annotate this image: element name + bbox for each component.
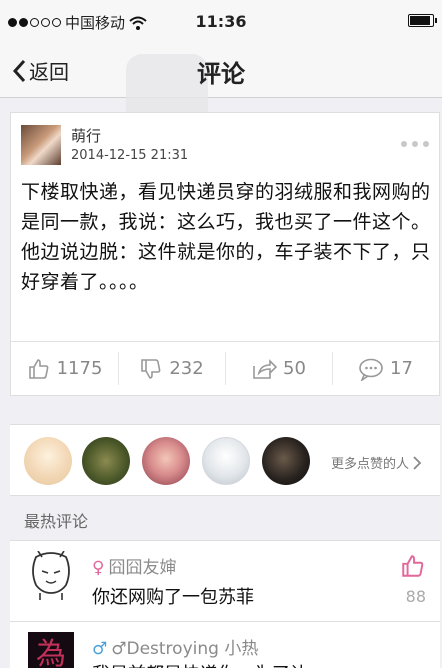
thumbs-up-icon <box>28 358 48 379</box>
commenter-name[interactable]: ♀ 囧囧友婶 <box>92 553 176 578</box>
liker-avatar[interactable] <box>142 437 190 485</box>
comment-text: 你还网购了一包苏菲 <box>92 587 254 608</box>
thumbs-up-icon[interactable] <box>400 553 426 579</box>
liker-avatar[interactable] <box>24 437 72 485</box>
liker-avatar[interactable] <box>202 437 250 485</box>
dislike-count: 232 <box>169 358 204 379</box>
chevron-right-icon <box>413 455 422 470</box>
comment-item: 為 ♂♂Destroying 小热 我是前都是快递你，为了让 <box>10 622 440 668</box>
hot-comments-title: 最热评论 <box>24 512 89 531</box>
battery-icon <box>408 14 437 27</box>
post-content: 下楼取快递，看见快递员穿的羽绒服和我网购的是同一款，我说：这么巧，我也买了一件这… <box>21 181 431 293</box>
dislike-button[interactable]: 232 <box>118 342 225 395</box>
status-time: 11:36 <box>195 12 247 31</box>
share-icon <box>253 358 278 379</box>
more-likers-link[interactable]: 更多点赞的人 <box>331 453 422 472</box>
liker-avatar[interactable] <box>262 437 310 485</box>
more-dots-icon[interactable] <box>401 141 429 147</box>
comment-like-count: 88 <box>405 587 426 606</box>
comment-item: ♀ 囧囧友婶 你还网购了一包苏菲 88 <box>10 540 440 622</box>
commenter-name[interactable]: ♂ ♂Destroying 小热 <box>92 634 258 659</box>
nav-bar: 返回 评论 <box>0 44 442 138</box>
comment-count: 17 <box>390 358 413 379</box>
post-actions: 1175 232 50 17 <box>11 341 439 395</box>
male-icon: ♂ <box>92 639 108 659</box>
commenter-name-text: 囧囧友婶 <box>108 558 177 578</box>
page-title: 评论 <box>197 60 245 88</box>
likers-row: 更多点赞的人 <box>10 424 440 496</box>
comment-button[interactable]: 17 <box>332 342 439 395</box>
share-count: 50 <box>283 358 306 379</box>
commenter-name-text: ♂Destroying 小热 <box>111 639 259 659</box>
commenter-avatar[interactable] <box>28 551 74 601</box>
female-icon: ♀ <box>92 558 105 578</box>
author-name[interactable]: 萌行 <box>71 125 101 146</box>
comment-bubble-icon <box>359 358 383 381</box>
post-card: 萌行 2014-12-15 21:31 下楼取快递，看见快递员穿的羽绒服和我网购… <box>10 112 440 396</box>
like-count: 1175 <box>56 358 103 379</box>
liker-avatar[interactable] <box>82 437 130 485</box>
share-button[interactable]: 50 <box>225 342 332 395</box>
like-button[interactable]: 1175 <box>11 342 118 395</box>
author-avatar[interactable] <box>21 125 61 165</box>
commenter-avatar[interactable]: 為 <box>28 632 74 668</box>
comment-text: 我是前都是快递你，为了让 <box>92 660 308 668</box>
status-bar: 中国移动 11:36 <box>0 0 442 44</box>
post-timestamp: 2014-12-15 21:31 <box>71 148 189 163</box>
more-likers-label: 更多点赞的人 <box>330 457 409 472</box>
thumbs-down-icon <box>141 358 161 379</box>
